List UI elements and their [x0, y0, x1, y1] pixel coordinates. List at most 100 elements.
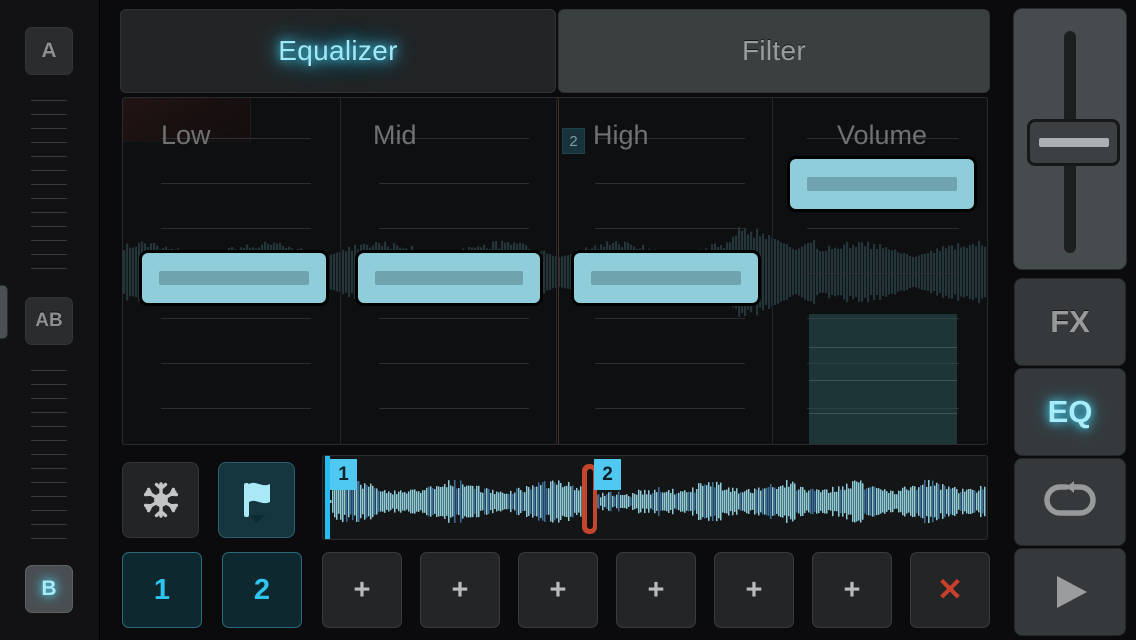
cue-pad-1[interactable]: 1: [122, 552, 202, 628]
left-sidebar: A AB B: [0, 0, 100, 640]
add-cue-pad-8[interactable]: +: [812, 552, 892, 628]
eq-gridline: [595, 363, 745, 364]
eq-slider-mid-grip: [375, 271, 523, 285]
mode-tab-bar: Equalizer Filter: [120, 9, 990, 93]
tempo-fader[interactable]: [1013, 8, 1127, 270]
eq-gridline: [595, 228, 745, 229]
add-cue-pad-4-label: +: [451, 573, 469, 606]
scale-tick: [31, 254, 67, 255]
eq-column-mid[interactable]: Mid: [341, 98, 557, 444]
deck-b-label: B: [41, 577, 57, 600]
tempo-fader-knob[interactable]: [1027, 119, 1120, 166]
eq-gridline: [807, 228, 959, 229]
eq-column-high[interactable]: 2 High: [557, 98, 773, 444]
eq-slider-low[interactable]: [139, 250, 329, 306]
scale-tick: [31, 268, 67, 269]
add-cue-pad-6[interactable]: +: [616, 552, 696, 628]
scale-tick: [31, 128, 67, 129]
drawer-handle[interactable]: [0, 285, 8, 339]
volume-fill-line: [809, 347, 957, 348]
add-cue-pad-8-label: +: [843, 573, 861, 606]
scale-tick: [31, 184, 67, 185]
eq-label-mid: Mid: [373, 120, 417, 150]
scale-tick: [31, 226, 67, 227]
eq-label-volume: Volume: [837, 120, 928, 150]
snowflake-icon: [143, 482, 178, 518]
add-cue-pad-5[interactable]: +: [518, 552, 598, 628]
dj-app-window: A AB B Equalizer Filter Low Mid 2 High V…: [0, 0, 1136, 640]
flag-icon: [243, 482, 270, 523]
add-cue-pad-4[interactable]: +: [420, 552, 500, 628]
eq-slider-high-grip: [591, 271, 741, 285]
tempo-fader-knob-line: [1038, 138, 1109, 147]
deck-b-button[interactable]: B: [25, 565, 73, 613]
add-cue-pad-7[interactable]: +: [714, 552, 794, 628]
cue-flag-button[interactable]: [218, 462, 295, 538]
eq-column-volume[interactable]: Volume: [773, 98, 987, 444]
eq-gridline: [379, 363, 529, 364]
add-cue-pad-7-label: +: [745, 573, 763, 606]
eq-slider-high[interactable]: [571, 250, 761, 306]
eq-column-low[interactable]: Low: [123, 98, 341, 444]
tab-equalizer[interactable]: Equalizer: [120, 9, 556, 93]
eq-gridline: [161, 228, 311, 229]
eq-button[interactable]: EQ: [1014, 368, 1126, 456]
scale-tick: [31, 426, 67, 427]
scale-tick: [31, 398, 67, 399]
cue-pad-1-label: 1: [153, 573, 171, 606]
volume-fill-line: [809, 413, 957, 414]
play-icon: [1057, 576, 1087, 608]
scale-tick: [31, 142, 67, 143]
delete-cue-pad-label: ✕: [937, 572, 963, 607]
cue-marker-2-label: 2: [594, 459, 621, 490]
scale-tick: [31, 482, 67, 483]
scale-tick: [31, 100, 67, 101]
scale-tick: [31, 212, 67, 213]
eq-label-high: High: [593, 120, 649, 150]
waveform-strip[interactable]: 1 2: [322, 455, 988, 540]
play-button[interactable]: [1014, 548, 1126, 636]
volume-slider-grip: [807, 177, 957, 191]
volume-slider[interactable]: [787, 156, 977, 212]
scale-tick: [31, 114, 67, 115]
add-cue-pad-3[interactable]: +: [322, 552, 402, 628]
scale-tick: [31, 156, 67, 157]
scale-tick: [31, 198, 67, 199]
tempo-scale-top: [31, 100, 67, 282]
scale-tick: [31, 524, 67, 525]
eq-slider-low-grip: [159, 271, 309, 285]
scale-tick: [31, 468, 67, 469]
fx-button-label: FX: [1050, 304, 1090, 339]
eq-slider-mid[interactable]: [355, 250, 543, 306]
eq-gridline: [161, 318, 311, 319]
scale-tick: [31, 384, 67, 385]
eq-gridline: [379, 408, 529, 409]
cue-pad-2-label: 2: [253, 573, 271, 606]
deck-a-label: A: [41, 39, 57, 62]
cue-pad-2[interactable]: 2: [222, 552, 302, 628]
equalizer-panel: Low Mid 2 High Volume: [122, 97, 988, 445]
loop-button[interactable]: [1014, 458, 1126, 546]
fx-button[interactable]: FX: [1014, 278, 1126, 366]
scale-tick: [31, 240, 67, 241]
deck-a-button[interactable]: A: [25, 27, 73, 75]
crossfade-label: AB: [35, 310, 63, 331]
eq-gridline: [379, 318, 529, 319]
add-cue-pad-6-label: +: [647, 573, 665, 606]
add-cue-pad-3-label: +: [353, 573, 371, 606]
tab-filter[interactable]: Filter: [558, 9, 990, 93]
eq-gridline: [595, 318, 745, 319]
scale-tick: [31, 510, 67, 511]
crossfade-ab-button[interactable]: AB: [25, 297, 73, 345]
eq-gridline: [161, 183, 311, 184]
tempo-scale-bottom: [31, 370, 67, 552]
volume-fill-line: [809, 380, 957, 381]
scale-tick: [31, 496, 67, 497]
beat-marker-line: [558, 98, 559, 444]
freeze-button[interactable]: [122, 462, 199, 538]
delete-cue-pad[interactable]: ✕: [910, 552, 990, 628]
scale-tick: [31, 412, 67, 413]
playhead-inner: [586, 469, 593, 529]
tab-equalizer-label: Equalizer: [278, 35, 398, 66]
eq-gridline: [161, 408, 311, 409]
